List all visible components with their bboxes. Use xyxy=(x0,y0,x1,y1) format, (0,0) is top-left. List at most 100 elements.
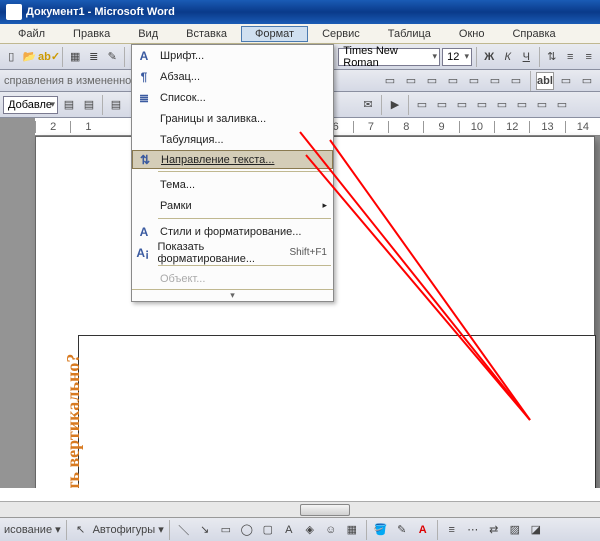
insert-icon[interactable]: ▭ xyxy=(473,96,491,114)
font-size-combo[interactable]: 12 xyxy=(442,48,472,66)
new-doc-icon[interactable]: ▯ xyxy=(3,48,20,66)
arrow-icon[interactable]: ↘ xyxy=(196,521,214,539)
menu-item-theme[interactable]: Тема... xyxy=(132,174,333,195)
textbox-icon[interactable]: ▢ xyxy=(259,521,277,539)
separator xyxy=(476,47,477,67)
menu-window[interactable]: Окно xyxy=(445,26,499,42)
separator xyxy=(102,95,103,115)
table-icon[interactable]: ▦ xyxy=(67,48,84,66)
separator xyxy=(381,95,382,115)
separator xyxy=(408,95,409,115)
menu-table[interactable]: Таблица xyxy=(374,26,445,42)
horizontal-scrollbar[interactable] xyxy=(0,501,600,517)
menu-item-paragraph[interactable]: ¶Абзац... xyxy=(132,66,333,87)
clipart-icon[interactable]: ☺ xyxy=(322,521,340,539)
text-box[interactable]: Как в WORDе печатать вертикально? xyxy=(78,335,596,488)
columns-icon[interactable]: ≣ xyxy=(85,48,102,66)
menu-format[interactable]: Формат xyxy=(241,26,308,42)
scrollbar-thumb[interactable] xyxy=(300,504,350,516)
menu-item-frames[interactable]: Рамки▸ xyxy=(132,195,333,216)
toolbar-icon[interactable]: ▭ xyxy=(578,72,596,90)
nav-icon[interactable]: ▶ xyxy=(386,96,404,114)
drawing-icon[interactable]: ✎ xyxy=(104,48,121,66)
menu-file[interactable]: Файл xyxy=(4,26,59,42)
menu-item-font[interactable]: AШрифт... xyxy=(132,45,333,66)
indent-icon[interactable]: ▤ xyxy=(107,96,125,114)
font-name-combo[interactable]: Times New Roman xyxy=(338,48,440,66)
bold-button[interactable]: Ж xyxy=(481,48,498,66)
window-titlebar: Документ1 - Microsoft Word xyxy=(0,0,600,24)
align-icon2[interactable]: ≡ xyxy=(580,48,597,66)
underline-button[interactable]: Ч xyxy=(518,48,535,66)
wordart-icon[interactable]: A xyxy=(280,521,298,539)
dropdown-arrow-icon[interactable]: ▾ xyxy=(55,523,61,536)
insert-icon[interactable]: ▭ xyxy=(453,96,471,114)
separator xyxy=(366,520,367,540)
styles-icon: A xyxy=(132,221,156,242)
line-weight-icon[interactable]: ≡ xyxy=(443,521,461,539)
add-combo[interactable]: Добавле xyxy=(3,96,58,114)
toolbar-icon[interactable]: ▭ xyxy=(444,72,462,90)
select-icon[interactable]: ↖ xyxy=(72,521,90,539)
rect-icon[interactable]: ▭ xyxy=(217,521,235,539)
format-dropdown: AШрифт... ¶Абзац... ≣Список... Границы и… xyxy=(131,44,334,302)
toolbar-icon[interactable]: ▭ xyxy=(557,72,575,90)
menu-separator xyxy=(158,265,331,266)
oval-icon[interactable]: ◯ xyxy=(238,521,256,539)
menu-expand-button[interactable]: ▾ xyxy=(132,289,333,301)
abl-icon[interactable]: abl xyxy=(536,72,554,90)
insert-icon[interactable]: ▭ xyxy=(413,96,431,114)
menu-help[interactable]: Справка xyxy=(498,26,569,42)
toolbar-icon[interactable]: ▭ xyxy=(507,72,525,90)
submenu-arrow-icon: ▸ xyxy=(322,200,327,211)
shadow-icon[interactable]: ▨ xyxy=(506,521,524,539)
toolbar-icon[interactable]: ▭ xyxy=(402,72,420,90)
line-icon[interactable]: ＼ xyxy=(175,521,193,539)
number-icon[interactable]: ▤ xyxy=(80,96,98,114)
text-direction-icon[interactable]: ⇅ xyxy=(543,48,560,66)
font-color-icon[interactable]: A xyxy=(414,521,432,539)
toolbar-icon[interactable]: ▭ xyxy=(465,72,483,90)
list-icon: ≣ xyxy=(132,87,156,108)
fill-color-icon[interactable]: 🪣 xyxy=(372,521,390,539)
vertical-text[interactable]: Как в WORDе печатать вертикально? xyxy=(63,354,84,488)
diagram-icon[interactable]: ◈ xyxy=(301,521,319,539)
menu-edit[interactable]: Правка xyxy=(59,26,124,42)
line-color-icon[interactable]: ✎ xyxy=(393,521,411,539)
bullet-icon[interactable]: ▤ xyxy=(60,96,78,114)
toolbar-icon[interactable]: ▭ xyxy=(381,72,399,90)
insert-icon[interactable]: ▭ xyxy=(433,96,451,114)
align-icon[interactable]: ≡ xyxy=(562,48,579,66)
menu-view[interactable]: Вид xyxy=(124,26,172,42)
insert-icon[interactable]: ▭ xyxy=(493,96,511,114)
menu-item-text-direction[interactable]: ⇅Направление текста... xyxy=(132,150,333,169)
menu-item-borders[interactable]: Границы и заливка... xyxy=(132,108,333,129)
insert-icon[interactable]: ▭ xyxy=(513,96,531,114)
arrow-style-icon[interactable]: ⇄ xyxy=(485,521,503,539)
toolbar-icon[interactable]: ▭ xyxy=(423,72,441,90)
toolbar-icon[interactable]: ▭ xyxy=(486,72,504,90)
menu-item-styles[interactable]: AСтили и форматирование... xyxy=(132,221,333,242)
italic-button[interactable]: К xyxy=(500,48,517,66)
text-direction-icon: ⇅ xyxy=(133,149,157,170)
separator xyxy=(124,47,125,67)
open-icon[interactable]: 📂 xyxy=(22,48,39,66)
insert-icon[interactable]: ▭ xyxy=(533,96,551,114)
picture-icon[interactable]: ▦ xyxy=(343,521,361,539)
menu-item-object: Объект... xyxy=(132,268,333,289)
menu-item-list[interactable]: ≣Список... xyxy=(132,87,333,108)
menu-tools[interactable]: Сервис xyxy=(308,26,374,42)
object-icon xyxy=(132,268,156,289)
spell-icon[interactable]: ab✓ xyxy=(40,48,58,66)
insert-icon[interactable]: ▭ xyxy=(553,96,571,114)
frames-icon xyxy=(132,195,156,216)
dash-icon[interactable]: ⋯ xyxy=(464,521,482,539)
menu-item-reveal-formatting[interactable]: A¡Показать форматирование...Shift+F1 xyxy=(132,242,333,263)
menu-insert[interactable]: Вставка xyxy=(172,26,241,42)
separator xyxy=(539,47,540,67)
3d-icon[interactable]: ◪ xyxy=(527,521,545,539)
autofigures-button[interactable]: Автофигуры ▾ xyxy=(93,523,164,536)
draw-label[interactable]: исование xyxy=(4,524,52,536)
mail-icon[interactable]: ✉ xyxy=(359,96,377,114)
menu-item-tabs[interactable]: Табуляция... xyxy=(132,129,333,150)
